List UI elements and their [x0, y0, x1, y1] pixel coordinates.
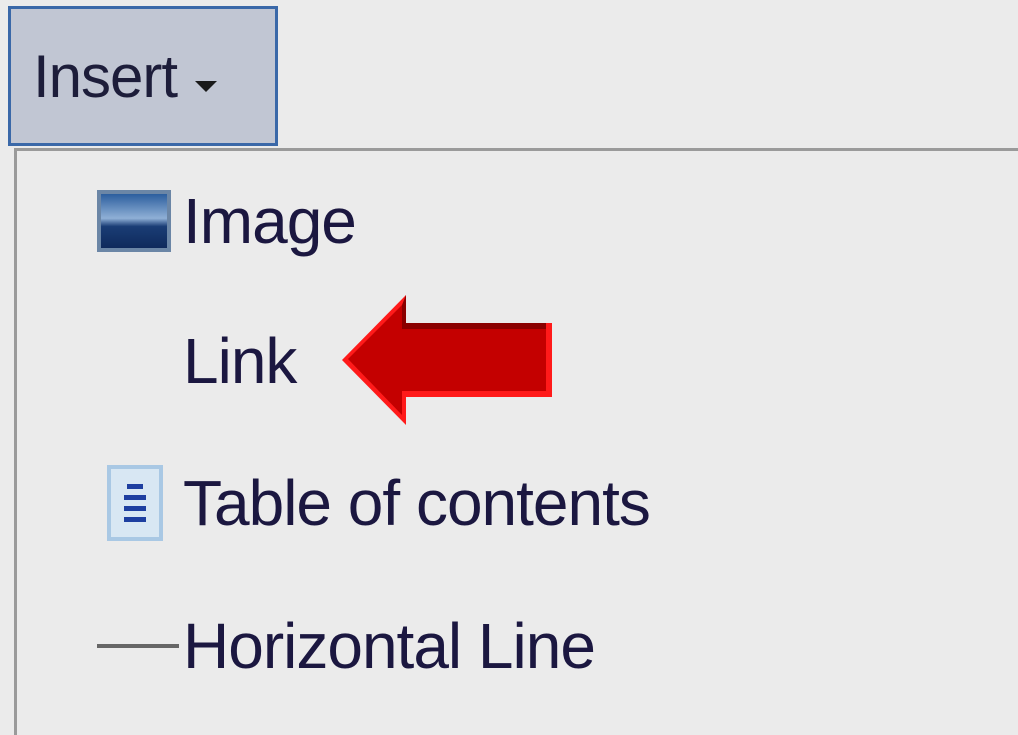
- menu-item-label: Image: [183, 185, 357, 257]
- menu-item-horizontal-line[interactable]: Horizontal Line: [97, 596, 797, 696]
- insert-menu-screenshot: Insert Image Link Table of contents Hori…: [0, 0, 1018, 735]
- table-of-contents-icon: [107, 465, 163, 541]
- menu-item-label: Horizontal Line: [183, 610, 596, 682]
- menu-item-label: Link: [183, 325, 297, 397]
- insert-button-label: Insert: [33, 42, 178, 110]
- red-arrow-pointer-icon: [342, 295, 552, 425]
- menu-item-table-of-contents[interactable]: Table of contents: [97, 453, 797, 553]
- menu-item-image[interactable]: Image: [97, 171, 797, 271]
- insert-dropdown-menu: Image Link Table of contents Horizontal …: [14, 148, 1018, 735]
- horizontal-line-icon: [97, 644, 179, 648]
- image-icon: [97, 190, 171, 252]
- insert-dropdown-button[interactable]: Insert: [8, 6, 278, 146]
- caret-down-icon: [195, 80, 218, 92]
- menu-item-label: Table of contents: [183, 467, 651, 539]
